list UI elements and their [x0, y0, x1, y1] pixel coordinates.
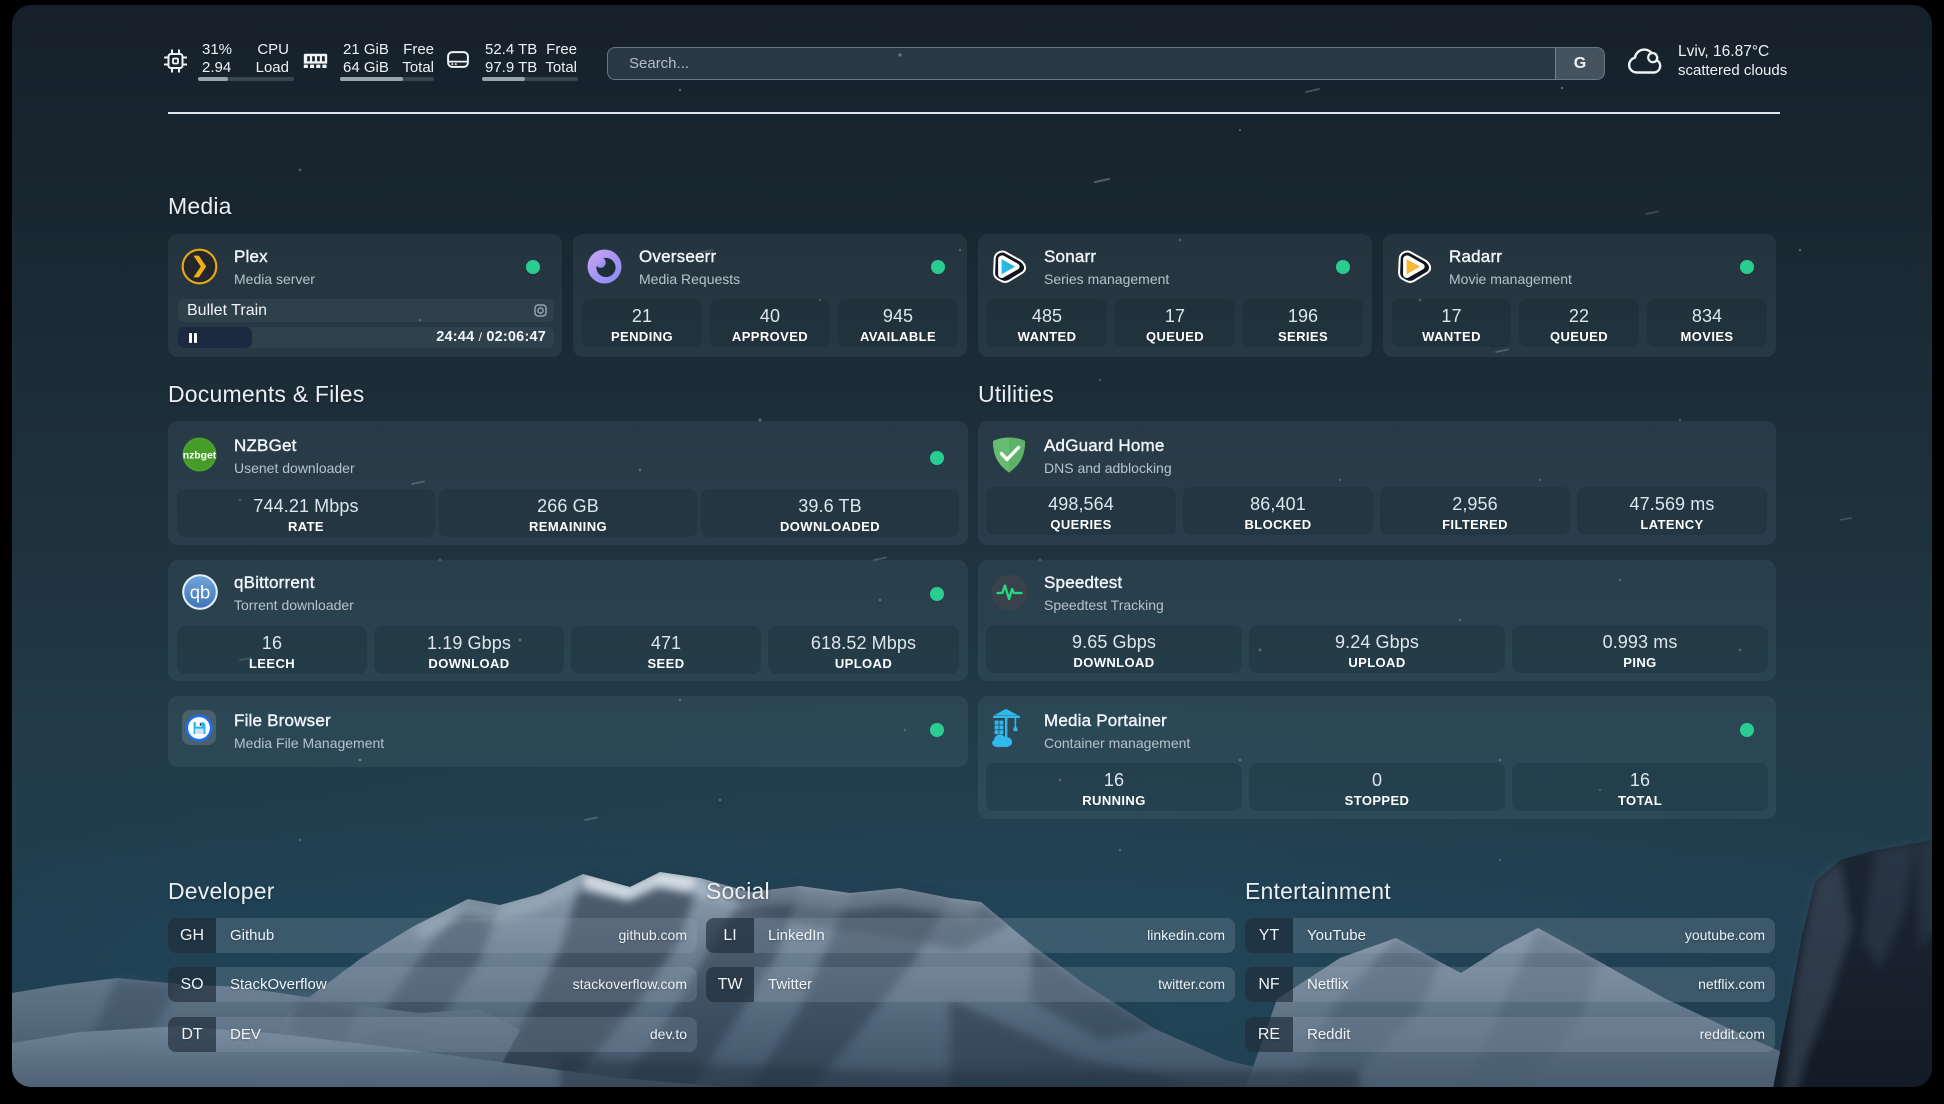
svg-text:qb: qb — [190, 582, 211, 603]
svg-text:nzbget: nzbget — [183, 451, 217, 462]
